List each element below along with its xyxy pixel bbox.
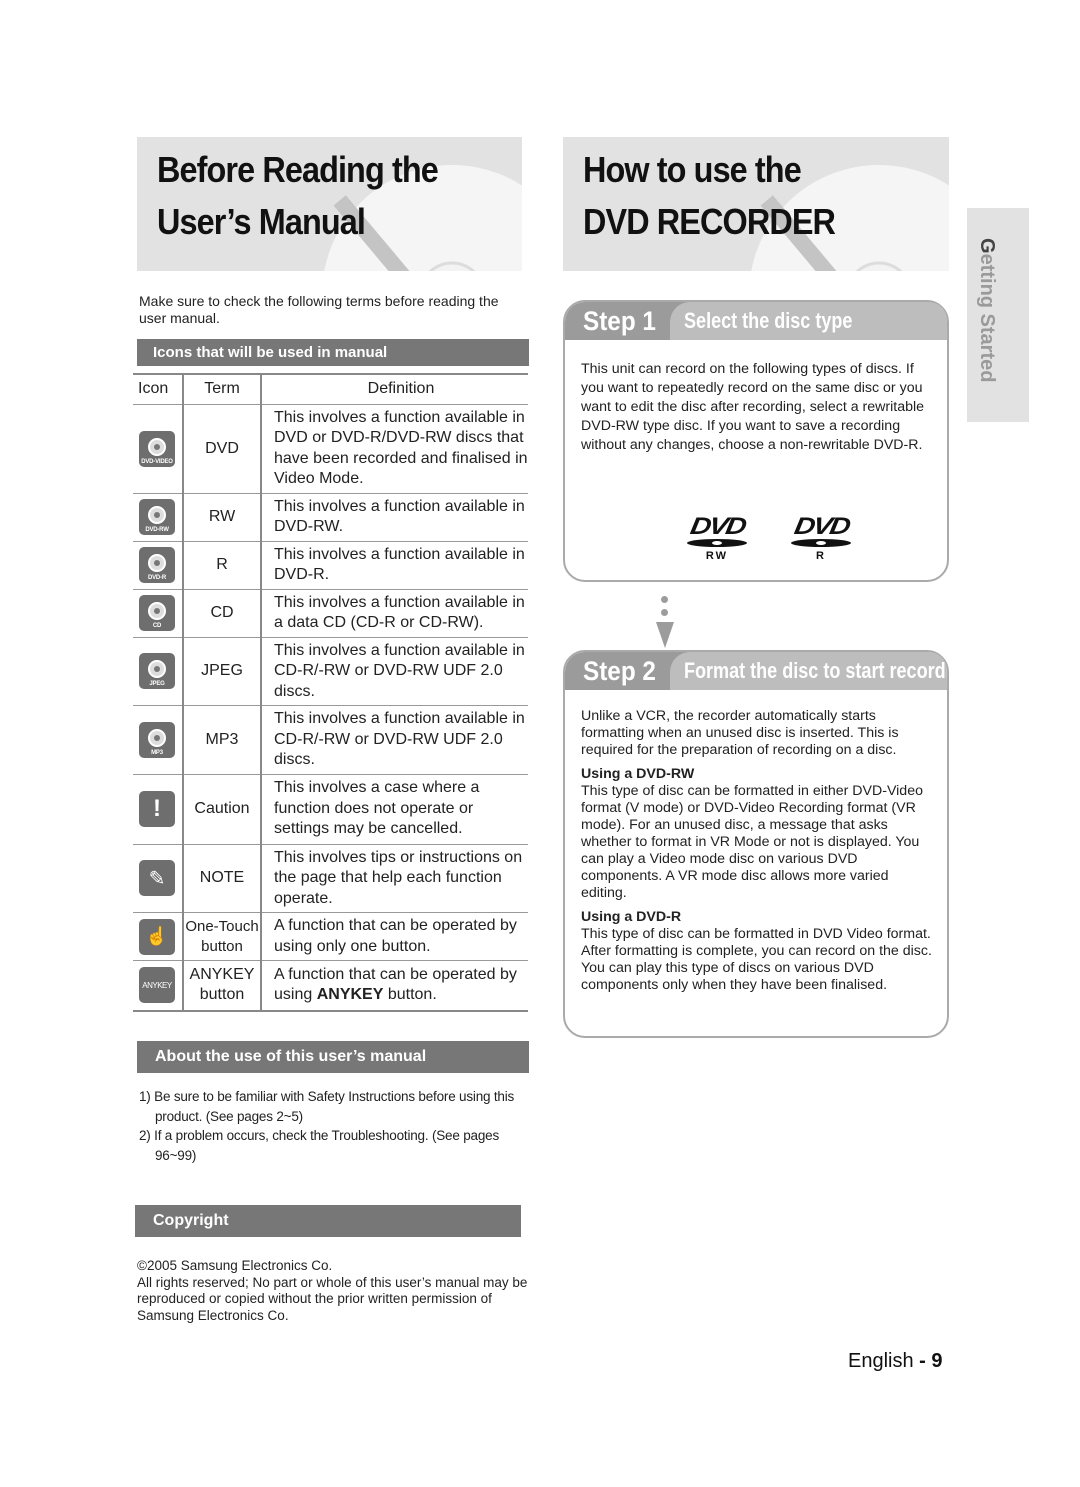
- term: R: [183, 540, 262, 589]
- definition: This involves a case where a function do…: [261, 773, 528, 844]
- dvd-rw-disc-icon: DVD-RW: [139, 499, 175, 535]
- banner-title-line1: Before Reading the: [157, 149, 439, 190]
- step2-title: Format the disc to start recording: [670, 652, 947, 690]
- step2-label: Step 2: [583, 655, 656, 686]
- dvd-r-text: This type of disc can be formatted in DV…: [581, 926, 932, 993]
- term: CD: [183, 588, 262, 637]
- anykey-icon: ANYKEY: [139, 967, 175, 1004]
- dvd-video-disc-icon: DVD-VIDEO: [139, 430, 175, 467]
- term: JPEG: [183, 636, 262, 706]
- caution-icon: !: [139, 791, 175, 827]
- term: One-Touch button: [183, 912, 262, 961]
- list-item: 2) If a problem occurs, check the Troubl…: [139, 1128, 500, 1163]
- step2-box: Step 2 Format the disc to start recordin…: [563, 650, 949, 1038]
- copyright-text: ©2005 Samsung Electronics Co. All rights…: [137, 1258, 532, 1324]
- table-row: DVD-VIDEO DVD This involves a function a…: [133, 403, 528, 493]
- definition: This involves tips or instructions on th…: [261, 843, 528, 913]
- about-list: 1) Be sure to be familiar with Safety In…: [139, 1087, 534, 1165]
- header-definition: Definition: [261, 373, 528, 404]
- one-touch-hand-icon: ☝: [139, 918, 175, 955]
- dvd-rw-logo-icon: DVD RW: [687, 513, 747, 562]
- table-row: MP3 MP3 This involves a function availab…: [133, 705, 528, 774]
- dvd-r-heading: Using a DVD-R: [581, 909, 682, 925]
- dvd-rw-text: This type of disc can be formatted in ei…: [581, 783, 923, 901]
- dvd-r-logo-icon: DVD R: [791, 513, 851, 562]
- definition: A function that can be operated by using…: [261, 960, 528, 1012]
- step1-body: This unit can record on the following ty…: [581, 361, 925, 453]
- down-arrow-icon: [656, 596, 674, 652]
- getting-started-tab[interactable]: Getting Started: [967, 208, 1029, 422]
- definition: This involves a function available in DV…: [261, 540, 528, 589]
- intro-text: Make sure to check the following terms b…: [139, 293, 499, 326]
- step2-header: Step 2 Format the disc to start recordin…: [565, 652, 947, 690]
- table-row: DVD-RW RW This involves a function avail…: [133, 492, 528, 541]
- step2-body: Unlike a VCR, the recorder automatically…: [581, 708, 933, 994]
- term: DVD: [183, 403, 262, 493]
- header-term: Term: [183, 373, 262, 404]
- term: Caution: [183, 773, 262, 844]
- step1-header: Step 1 Select the disc type: [565, 302, 947, 340]
- table-header-row: Icon Term Definition: [133, 373, 528, 404]
- banner-title-line2: User’s Manual: [157, 201, 366, 242]
- cd-disc-icon: CD: [139, 595, 175, 631]
- icons-section-header: Icons that will be used in manual: [137, 339, 529, 366]
- copyright-line: ©2005 Samsung Electronics Co.: [137, 1258, 333, 1273]
- definition: This involves a function available in CD…: [261, 636, 528, 706]
- about-section-header: About the use of this user’s manual: [137, 1041, 529, 1073]
- definition: This involves a function available in DV…: [261, 403, 528, 493]
- term: MP3: [183, 705, 262, 774]
- table-row: CD CD This involves a function available…: [133, 588, 528, 637]
- definition: A function that can be operated by using…: [261, 912, 528, 961]
- jpeg-disc-icon: JPEG: [139, 653, 175, 690]
- definition: This involves a function available in DV…: [261, 492, 528, 541]
- header-icon: Icon: [133, 373, 184, 404]
- list-item: 1) Be sure to be familiar with Safety In…: [139, 1089, 515, 1124]
- mp3-disc-icon: MP3: [139, 721, 175, 758]
- table-row: DVD-R R This involves a function availab…: [133, 540, 528, 589]
- table-row: JPEG JPEG This involves a function avail…: [133, 636, 528, 706]
- table-row: ANYKEY ANYKEY button A function that can …: [133, 960, 528, 1012]
- step1-label: Step 1: [583, 305, 656, 336]
- before-reading-banner: Before Reading the User’s Manual: [137, 137, 522, 271]
- dvd-r-disc-icon: DVD-R: [139, 547, 175, 583]
- term: NOTE: [183, 843, 262, 913]
- dvd-logos: DVD RW DVD R: [685, 513, 853, 562]
- copyright-body: All rights reserved; No part or whole of…: [137, 1274, 528, 1323]
- step1-box: Step 1 Select the disc type This unit ca…: [563, 300, 949, 582]
- term: ANYKEY button: [183, 960, 262, 1012]
- side-tab-label: Getting Started: [976, 238, 998, 383]
- table-row: ! Caution This involves a case where a f…: [133, 773, 528, 844]
- banner-title-line2: DVD RECORDER: [583, 201, 836, 242]
- step1-title: Select the disc type: [670, 302, 947, 340]
- step2-intro: Unlike a VCR, the recorder automatically…: [581, 708, 899, 758]
- note-pencil-icon: ✎: [139, 860, 175, 897]
- definition: This involves a function available in CD…: [261, 705, 528, 774]
- table-row: ✎ NOTE This involves tips or instruction…: [133, 843, 528, 913]
- dvd-rw-heading: Using a DVD-RW: [581, 766, 695, 782]
- how-to-use-banner: How to use the DVD RECORDER: [563, 137, 949, 271]
- term: RW: [183, 492, 262, 541]
- copyright-section-header: Copyright: [135, 1205, 521, 1237]
- icons-table: Icon Term Definition DVD-VIDEO DVD This …: [133, 373, 528, 1012]
- banner-title-line1: How to use the: [583, 149, 802, 190]
- definition: This involves a function available in a …: [261, 588, 528, 637]
- table-row: ☝ One-Touch button A function that can be…: [133, 912, 528, 961]
- page-number: English - 9: [848, 1350, 943, 1372]
